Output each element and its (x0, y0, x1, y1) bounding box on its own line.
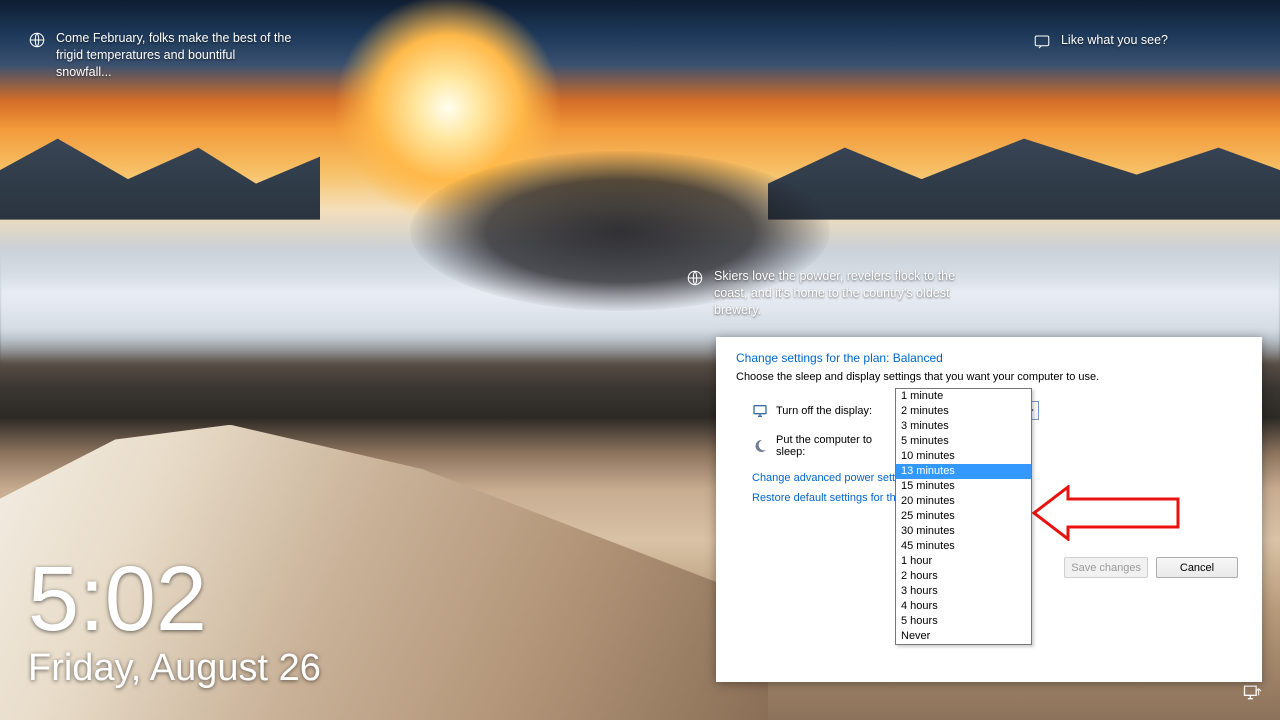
dropdown-option[interactable]: 5 hours (896, 614, 1031, 629)
globe-icon (28, 31, 46, 49)
sleep-icon (752, 438, 768, 454)
cancel-button[interactable]: Cancel (1156, 557, 1238, 578)
dropdown-option[interactable]: 30 minutes (896, 524, 1031, 539)
dropdown-option[interactable]: 1 hour (896, 554, 1031, 569)
dropdown-option[interactable]: 3 hours (896, 584, 1031, 599)
panel-title: Change settings for the plan: Balanced (736, 351, 1244, 365)
save-changes-button[interactable]: Save changes (1064, 557, 1148, 578)
dropdown-option[interactable]: 15 minutes (896, 479, 1031, 494)
display-timeout-dropdown[interactable]: 1 minute2 minutes3 minutes5 minutes10 mi… (895, 388, 1032, 645)
globe-icon (686, 269, 704, 287)
dropdown-option[interactable]: 13 minutes (896, 464, 1031, 479)
network-icon[interactable] (1242, 683, 1262, 706)
panel-subtitle: Choose the sleep and display settings th… (736, 371, 1244, 383)
dropdown-option[interactable]: 2 minutes (896, 404, 1031, 419)
dropdown-option[interactable]: Never (896, 629, 1031, 644)
spotlight-tip-top-left[interactable]: Come February, folks make the best of th… (28, 30, 293, 81)
power-options-panel: Change settings for the plan: Balanced C… (716, 337, 1262, 682)
clock-date: Friday, August 26 (28, 647, 321, 690)
row-label: Turn off the display: (776, 405, 904, 417)
dropdown-option[interactable]: 1 minute (896, 389, 1031, 404)
clock-time: 5:02 (28, 553, 321, 645)
dropdown-option[interactable]: 25 minutes (896, 509, 1031, 524)
dropdown-option[interactable]: 20 minutes (896, 494, 1031, 509)
mountain-silhouette (768, 130, 1280, 220)
dropdown-option[interactable]: 5 minutes (896, 434, 1031, 449)
spotlight-text: Skiers love the powder, revelers flock t… (714, 268, 986, 319)
feedback-icon (1033, 33, 1051, 51)
dropdown-option[interactable]: 2 hours (896, 569, 1031, 584)
dropdown-option[interactable]: 10 minutes (896, 449, 1031, 464)
dropdown-option[interactable]: 3 minutes (896, 419, 1031, 434)
spotlight-tip-top-right[interactable]: Like what you see? (1033, 32, 1168, 51)
dropdown-option[interactable]: 4 hours (896, 599, 1031, 614)
mountain-silhouette (0, 130, 320, 220)
spotlight-tip-center[interactable]: Skiers love the powder, revelers flock t… (686, 268, 986, 319)
spotlight-text: Like what you see? (1061, 32, 1168, 49)
display-icon (752, 403, 768, 419)
spotlight-text: Come February, folks make the best of th… (56, 30, 293, 81)
lockscreen-clock: 5:02 Friday, August 26 (28, 553, 321, 690)
row-label: Put the computer to sleep: (776, 434, 904, 458)
dropdown-option[interactable]: 45 minutes (896, 539, 1031, 554)
